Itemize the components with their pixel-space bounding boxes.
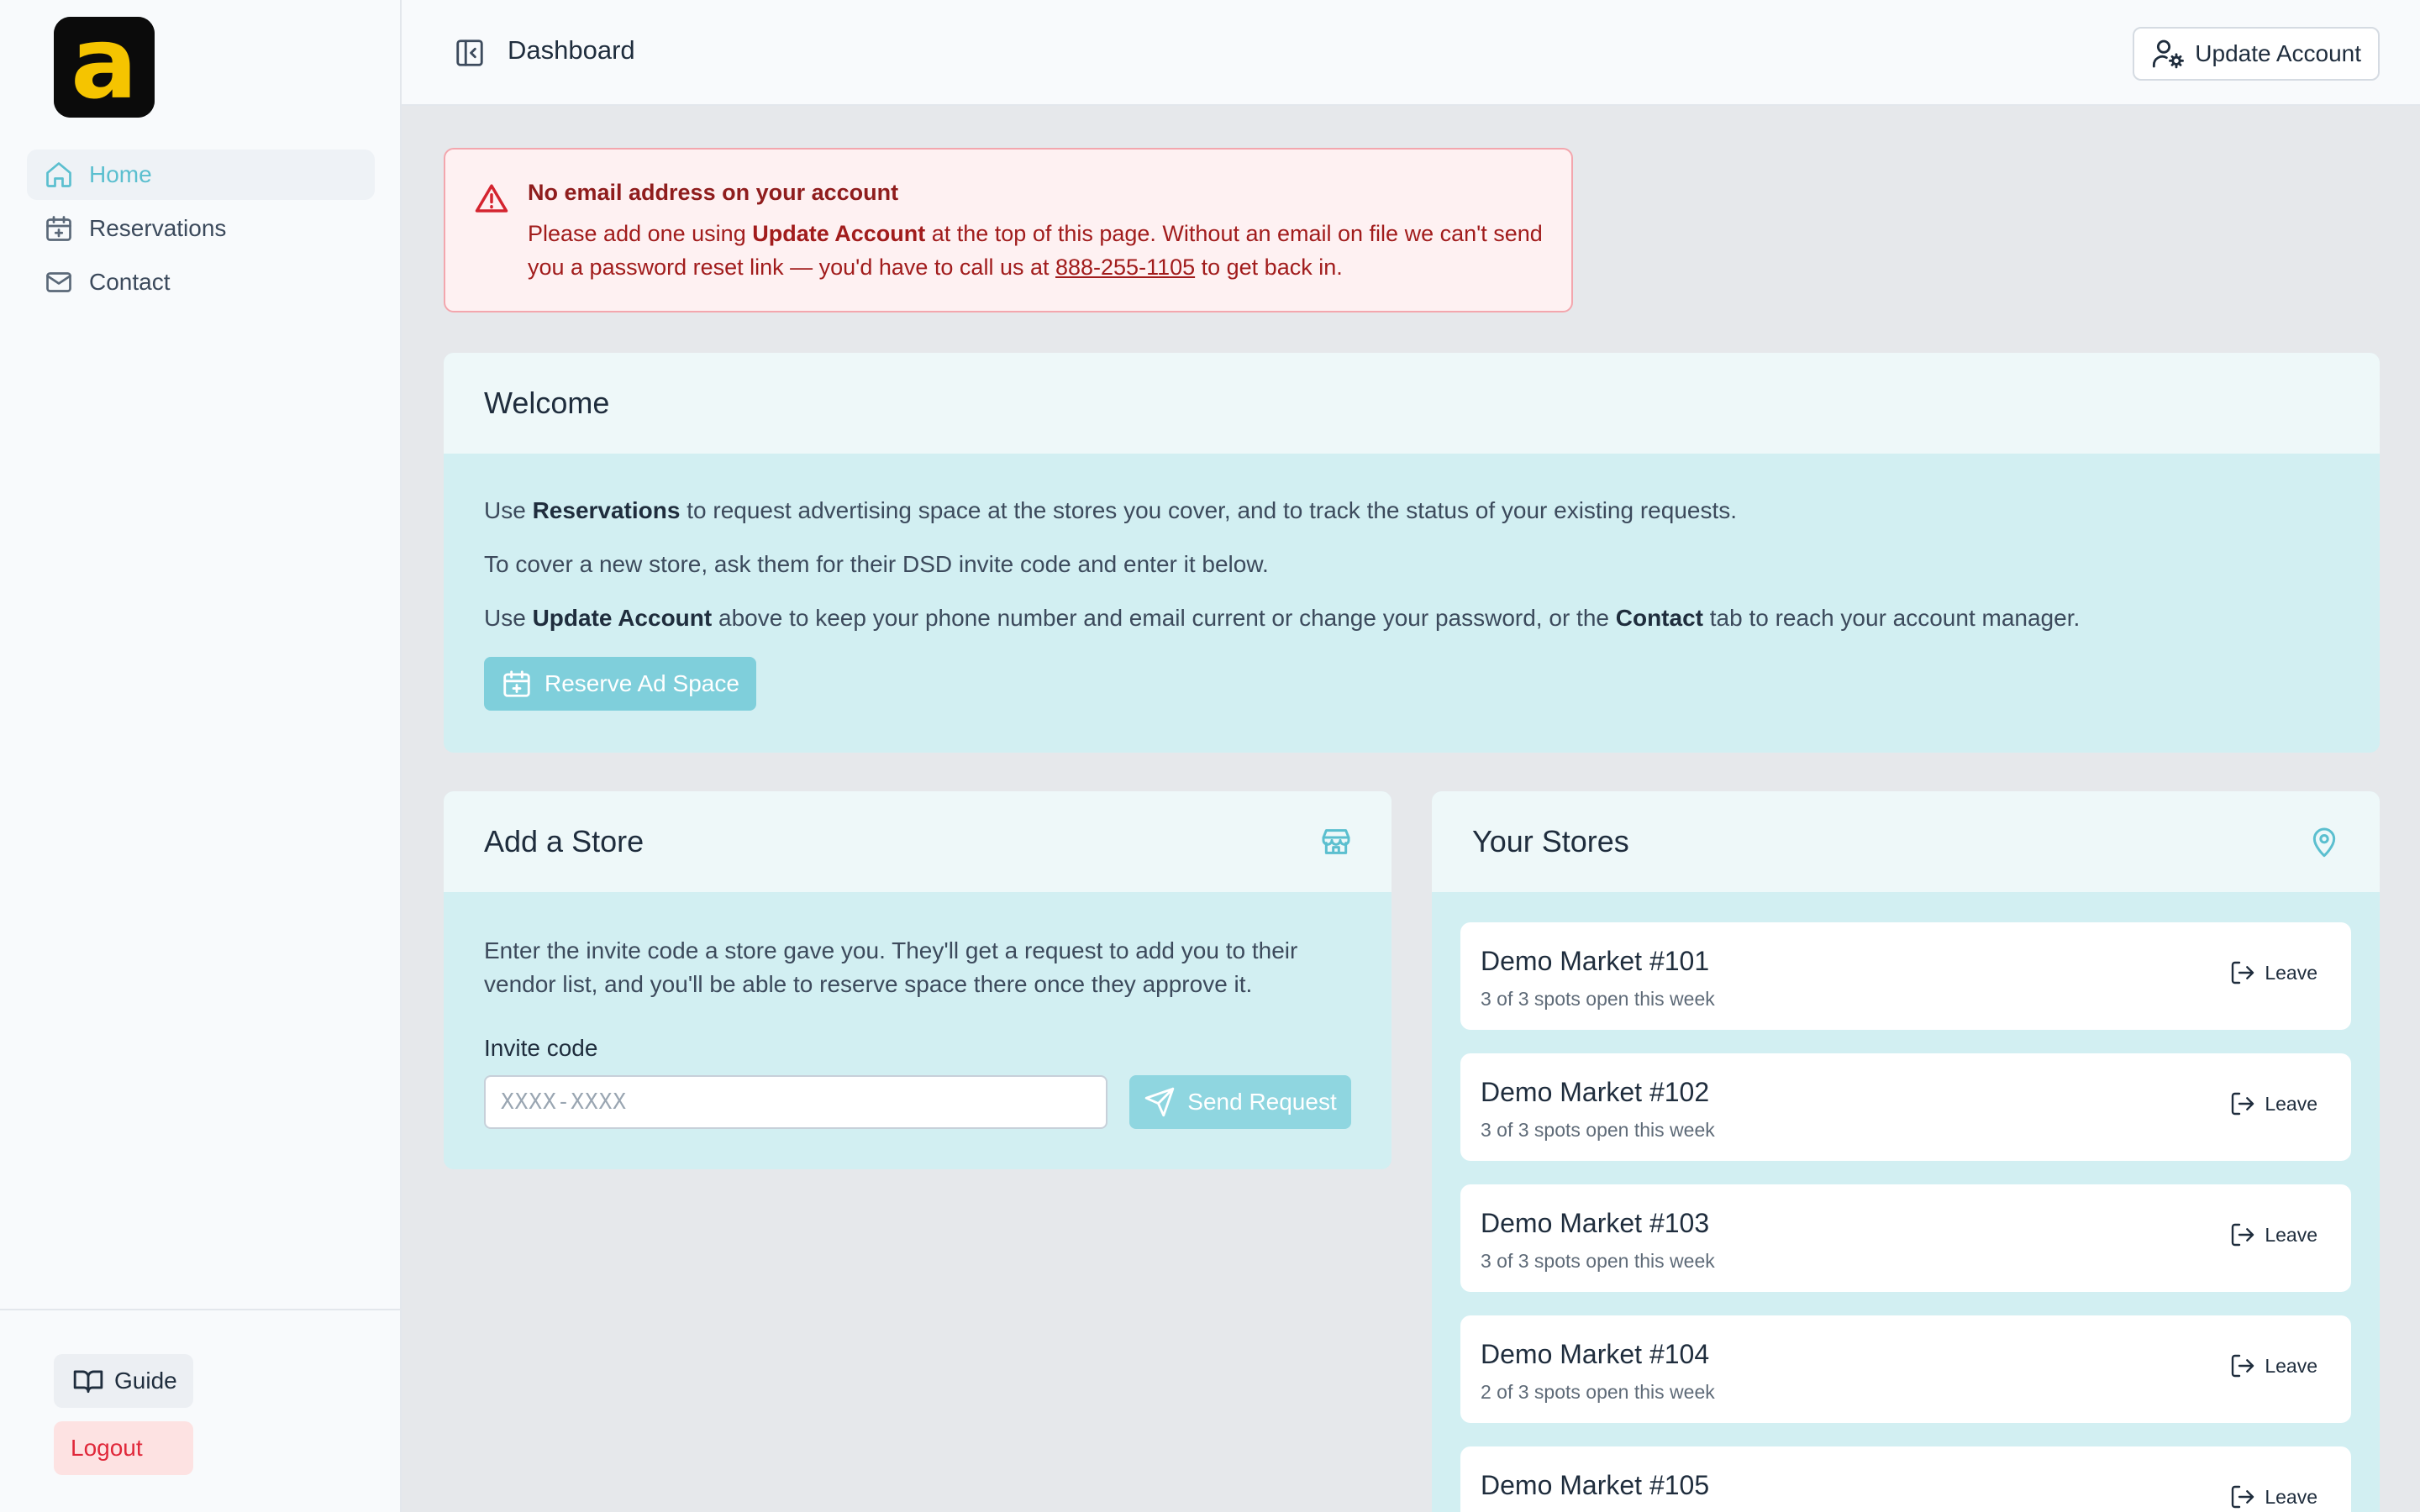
alert-body: Please add one using Update Account at t…: [528, 217, 1544, 284]
topbar: Dashboard Update Account: [402, 0, 2420, 106]
store-list-item: Demo Market #102 3 of 3 spots open this …: [1460, 1053, 2351, 1161]
store-name: Demo Market #105: [1481, 1470, 1710, 1500]
card-title: Add a Store: [484, 824, 644, 858]
store-name: Demo Market #104: [1481, 1339, 1710, 1369]
store-list-item: Demo Market #105 Leave: [1460, 1446, 2351, 1512]
card-header: Welcome: [444, 353, 2380, 454]
sidebar-item-label: Home: [89, 161, 152, 187]
logout-button[interactable]: Logout: [54, 1421, 193, 1475]
svg-text:a: a: [71, 17, 138, 118]
leave-store-button[interactable]: Leave: [2229, 959, 2317, 986]
phone-link[interactable]: 888-255-1105: [1055, 255, 1195, 280]
store-name: Demo Market #103: [1481, 1208, 1710, 1238]
alert-title: No email address on your account: [528, 180, 899, 205]
calendar-plus-icon: [46, 216, 71, 241]
store-availability: 3 of 3 spots open this week: [1481, 1250, 1715, 1272]
card-title: Welcome: [484, 386, 610, 420]
warning-triangle-icon: [475, 184, 508, 213]
welcome-line-3: Use Update Account above to keep your ph…: [484, 605, 2081, 631]
send-request-label: Send Request: [1187, 1089, 1337, 1115]
leave-label: Leave: [2265, 1092, 2317, 1115]
store-availability: 3 of 3 spots open this week: [1481, 988, 1715, 1010]
leave-store-button[interactable]: Leave: [2229, 1090, 2317, 1117]
store-list-item: Demo Market #101 3 of 3 spots open this …: [1460, 922, 2351, 1030]
store-list-item: Demo Market #103 3 of 3 spots open this …: [1460, 1184, 2351, 1292]
store-list: Demo Market #101 3 of 3 spots open this …: [1460, 922, 2351, 1512]
add-store-card: Add a Store Enter the invite code a stor…: [444, 791, 1392, 1169]
sidebar-nav: Home Reservations Contact: [27, 150, 375, 311]
logout-label: Logout: [71, 1435, 143, 1461]
send-request-button[interactable]: Send Request: [1129, 1075, 1351, 1129]
welcome-card: Welcome Use Reservations to request adve…: [444, 353, 2380, 753]
store-availability: 2 of 3 spots open this week: [1481, 1381, 1715, 1403]
welcome-line-2: To cover a new store, ask them for their…: [484, 551, 1269, 577]
alert-text: Please add one using: [528, 221, 753, 246]
store-name: Demo Market #101: [1481, 946, 1710, 976]
card-header: Your Stores: [1432, 791, 2380, 892]
store-list-item: Demo Market #104 2 of 3 spots open this …: [1460, 1315, 2351, 1423]
sidebar-item-contact[interactable]: Contact: [27, 257, 375, 307]
store-name: Demo Market #102: [1481, 1077, 1710, 1107]
guide-button[interactable]: Guide: [54, 1354, 193, 1408]
sidebar: a Home Reservations Contact Guide Logout: [0, 0, 402, 1512]
page-title: Dashboard: [508, 35, 635, 65]
add-store-description: Enter the invite code a store gave you. …: [484, 937, 1298, 997]
card-header: Add a Store: [444, 791, 1392, 892]
leave-label: Leave: [2265, 961, 2317, 984]
map-pin-icon: [2312, 827, 2336, 858]
logo-icon: a: [54, 17, 155, 118]
leave-label: Leave: [2265, 1223, 2317, 1246]
brand-logo[interactable]: a: [54, 17, 155, 118]
card-title: Your Stores: [1472, 824, 1629, 858]
leave-label: Leave: [2265, 1485, 2317, 1508]
sidebar-collapse-icon[interactable]: [454, 37, 486, 69]
home-icon: [46, 162, 71, 187]
leave-icon: [2232, 1354, 2254, 1378]
sidebar-item-label: Reservations: [89, 215, 227, 241]
invite-code-input[interactable]: [484, 1075, 1107, 1129]
sidebar-item-reservations[interactable]: Reservations: [27, 203, 375, 254]
leave-icon: [2232, 1223, 2254, 1247]
user-cog-icon: [2153, 39, 2185, 69]
guide-label: Guide: [114, 1368, 177, 1394]
leave-icon: [2232, 1092, 2254, 1116]
invite-code-label: Invite code: [484, 1035, 598, 1061]
mail-icon: [46, 272, 71, 292]
alert-bold-text: Update Account: [752, 221, 926, 246]
leave-icon: [2232, 1485, 2254, 1509]
store-icon: [1322, 829, 1350, 854]
leave-icon: [2232, 961, 2254, 984]
calendar-plus-icon: [503, 670, 530, 697]
sidebar-item-label: Contact: [89, 269, 171, 295]
leave-label: Leave: [2265, 1354, 2317, 1377]
update-account-button[interactable]: Update Account: [2133, 27, 2380, 81]
leave-store-button[interactable]: Leave: [2229, 1483, 2317, 1510]
alert-text: to get back in.: [1195, 255, 1343, 280]
store-availability: 3 of 3 spots open this week: [1481, 1119, 1715, 1141]
missing-email-alert: No email address on your account Please …: [444, 148, 1573, 312]
sidebar-footer: Guide Logout: [0, 1309, 400, 1512]
your-stores-card: Your Stores Demo Market #101 3 of 3 spot…: [1432, 791, 2380, 1512]
welcome-line-1: Use Reservations to request advertising …: [484, 497, 1738, 523]
reserve-ad-space-button[interactable]: Reserve Ad Space: [484, 657, 756, 711]
sidebar-item-home[interactable]: Home: [27, 150, 375, 200]
book-open-icon: [73, 1370, 103, 1394]
leave-store-button[interactable]: Leave: [2229, 1352, 2317, 1379]
reserve-label: Reserve Ad Space: [544, 670, 739, 696]
update-account-label: Update Account: [2195, 40, 2361, 66]
leave-store-button[interactable]: Leave: [2229, 1221, 2317, 1248]
send-icon: [1145, 1087, 1175, 1117]
